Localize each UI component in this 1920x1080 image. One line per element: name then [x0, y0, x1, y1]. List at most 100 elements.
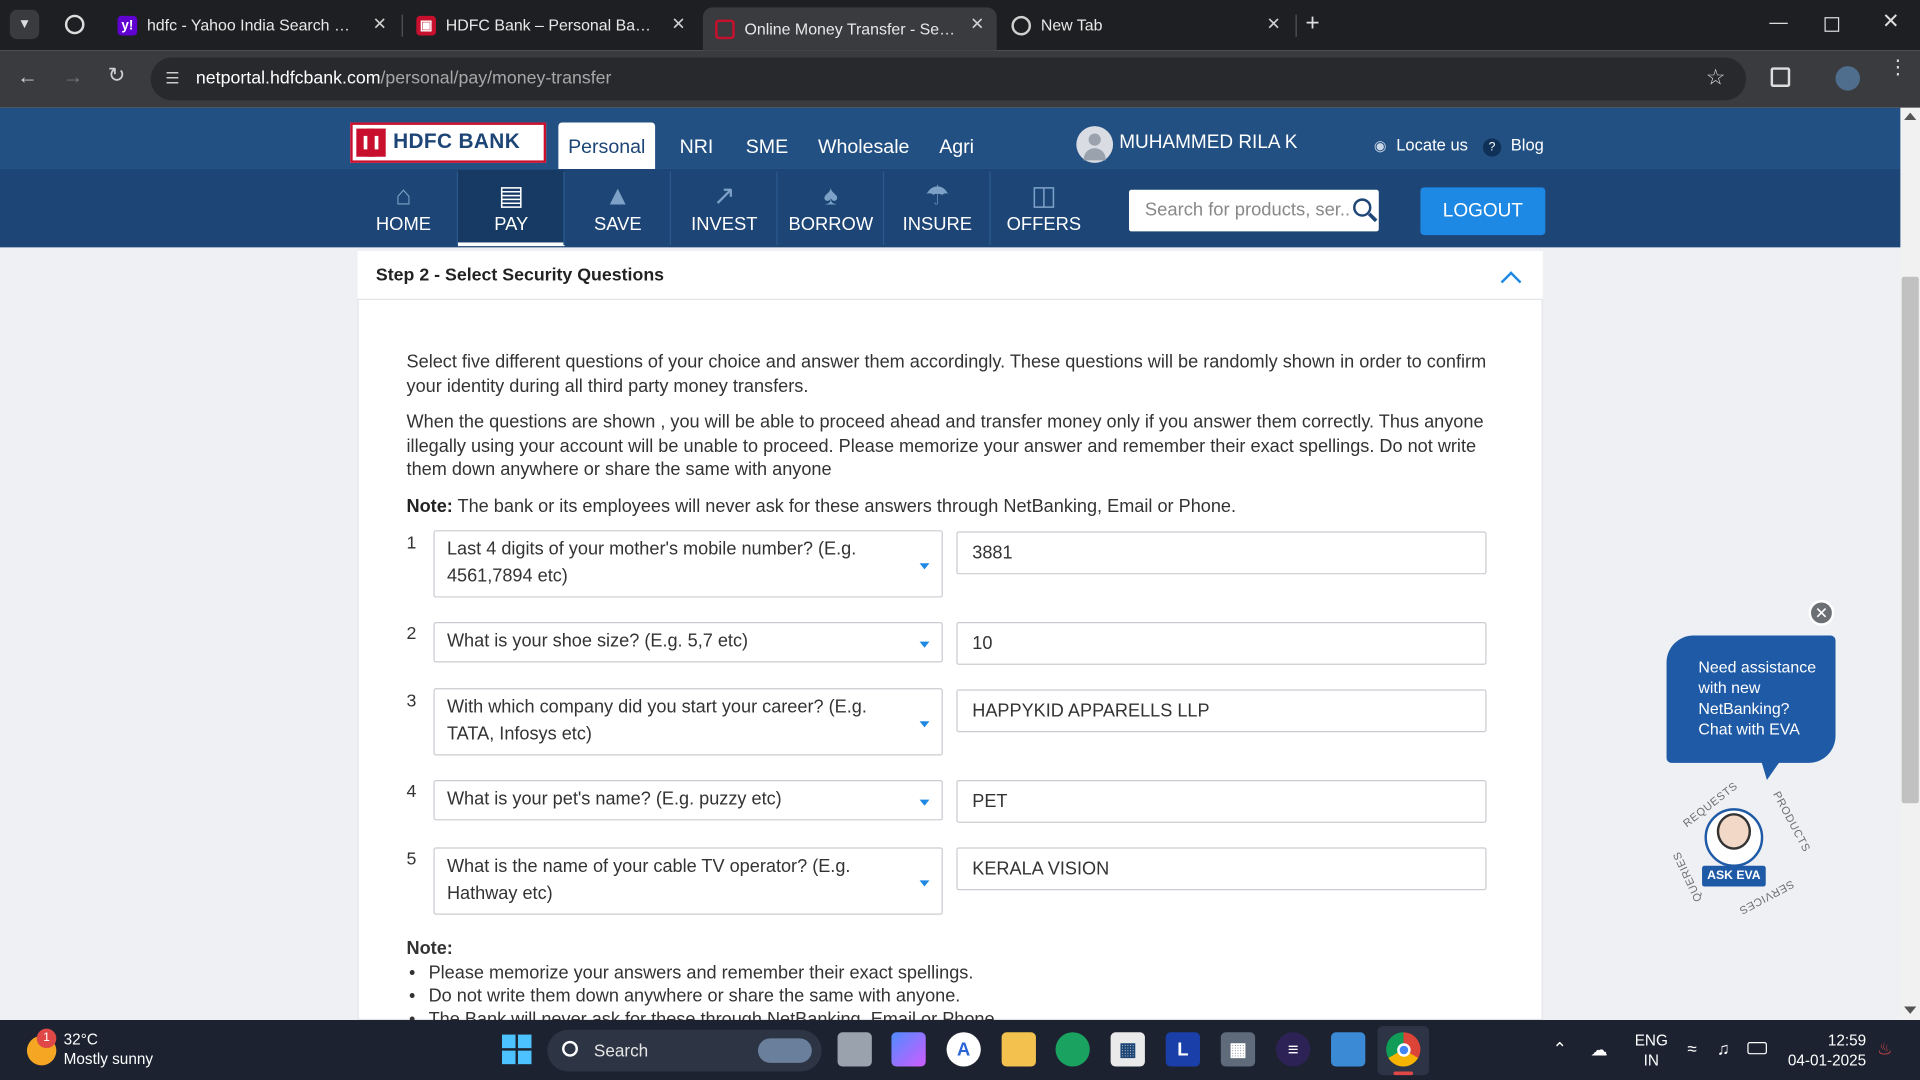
search-icon — [562, 1040, 578, 1057]
volume-icon[interactable]: ♫ — [1717, 1038, 1730, 1058]
battery-icon[interactable] — [1747, 1042, 1767, 1055]
close-icon[interactable]: ✕ — [1808, 600, 1835, 626]
tray-overflow-icon[interactable]: ⌃ — [1553, 1038, 1567, 1059]
close-icon[interactable]: ✕ — [671, 13, 685, 34]
restore-icon[interactable] — [1824, 17, 1840, 32]
tab-search-button[interactable]: ▼ — [9, 9, 40, 40]
segment-sme[interactable]: SME — [746, 137, 788, 159]
profile-avatar[interactable] — [1835, 66, 1861, 91]
hdfc-logo[interactable]: HDFC BANK — [350, 122, 547, 163]
tab-yahoo-search[interactable]: y! hdfc - Yahoo India Search Resul ✕ — [105, 7, 399, 43]
warning-paragraph: When the questions are shown , you will … — [406, 412, 1484, 481]
question-select[interactable]: What is your shoe size? (E.g. 5,7 etc) — [433, 622, 943, 663]
segment-wholesale[interactable]: Wholesale — [818, 137, 909, 159]
dropdown-caret-icon — [919, 879, 930, 886]
task-view-icon[interactable] — [837, 1032, 872, 1067]
menu-insure[interactable]: ☂ INSURE — [884, 170, 991, 246]
ring-label-queries[interactable]: QUERIES — [1670, 850, 1704, 904]
answer-input[interactable] — [956, 780, 1487, 823]
weather-widget[interactable]: 1 32°C Mostly sunny — [24, 1028, 195, 1073]
url-text: netportal.hdfcbank.com/personal/pay/mone… — [195, 68, 612, 89]
folder-icon[interactable] — [1001, 1032, 1036, 1067]
menu-save[interactable]: ▲ SAVE — [564, 170, 671, 246]
segment-nri[interactable]: NRI — [680, 137, 714, 159]
answer-input[interactable] — [956, 847, 1487, 891]
l-app-icon[interactable]: L — [1165, 1032, 1201, 1067]
question-select[interactable]: What is your pet's name? (E.g. puzzy etc… — [433, 780, 943, 821]
note-item: Do not write them down anywhere or share… — [409, 987, 960, 1007]
extensions-icon[interactable] — [1770, 67, 1791, 87]
scroll-down-arrow[interactable] — [1904, 1006, 1917, 1014]
store-icon[interactable]: ▦ — [1110, 1032, 1145, 1067]
close-icon[interactable]: ✕ — [373, 13, 387, 34]
close-icon[interactable]: ✕ — [970, 13, 984, 34]
chrome-menu-icon[interactable]: ⋮ — [1888, 58, 1908, 78]
tab-title: HDFC Bank – Personal Banking — [445, 15, 657, 35]
reload-icon[interactable]: ↻ — [108, 64, 125, 88]
tab-money-transfer[interactable]: Online Money Transfer - Send & ✕ — [702, 7, 997, 51]
menu-invest[interactable]: ↗ INVEST — [671, 170, 778, 246]
locate-us-link[interactable]: ◉ Locate us — [1374, 136, 1468, 154]
language-indicator[interactable]: ENG IN — [1635, 1031, 1668, 1070]
calculator-icon[interactable]: ▦ — [1220, 1032, 1256, 1067]
notification-bell-icon[interactable]: ♨ — [1877, 1038, 1892, 1059]
edge-icon[interactable] — [1055, 1032, 1090, 1067]
onedrive-icon[interactable]: ☁ — [1591, 1040, 1608, 1061]
tab-new-tab[interactable]: New Tab ✕ — [999, 7, 1293, 43]
answer-input[interactable] — [956, 531, 1487, 575]
question-number: 2 — [406, 624, 417, 645]
a-app-icon[interactable]: A — [946, 1032, 981, 1067]
site-settings-icon[interactable]: ☰ — [165, 69, 179, 89]
back-icon[interactable]: ← — [17, 65, 38, 89]
bubble-tail — [1759, 755, 1785, 781]
answer-input[interactable] — [956, 689, 1487, 733]
note-line: Note: The bank or its employees will nev… — [406, 497, 1237, 517]
forward-icon[interactable]: → — [62, 65, 83, 89]
tab-divider — [1295, 14, 1297, 37]
new-tab-button[interactable]: + — [1305, 10, 1319, 38]
blog-link[interactable]: ? Blog — [1482, 136, 1544, 157]
menu-home[interactable]: ⌂ HOME — [350, 170, 457, 246]
answer-input[interactable] — [956, 622, 1487, 665]
windows-start-icon[interactable] — [502, 1034, 532, 1065]
location-pin-icon: ◉ — [1373, 137, 1387, 155]
question-select[interactable]: With which company did you start your ca… — [433, 688, 943, 756]
monitor-icon[interactable] — [1331, 1032, 1366, 1067]
clock[interactable]: 12:59 04-01-2025 — [1785, 1031, 1866, 1070]
logout-button[interactable]: LOGOUT — [1420, 187, 1546, 236]
eclipse-icon[interactable]: ≡ — [1275, 1032, 1311, 1067]
question-number: 3 — [406, 691, 417, 712]
chrome-icon[interactable] — [1386, 1032, 1421, 1067]
minimize-icon[interactable]: — — [1769, 12, 1787, 33]
segment-agri[interactable]: Agri — [939, 137, 974, 159]
close-window-icon[interactable]: ✕ — [1882, 10, 1899, 34]
bookmark-star-icon[interactable]: ☆ — [1706, 65, 1726, 91]
tab-divider — [401, 14, 403, 37]
hdfc-icon — [715, 18, 735, 39]
eva-chat-bubble[interactable]: Need assistance with new NetBanking? Cha… — [1666, 635, 1836, 763]
menu-offers[interactable]: ◫ OFFERS — [991, 170, 1098, 246]
scroll-up-arrow[interactable] — [1904, 112, 1917, 121]
dropdown-caret-icon — [919, 562, 930, 569]
user-avatar[interactable] — [1076, 126, 1114, 163]
tab-hdfc-personal[interactable]: ▣ HDFC Bank – Personal Banking ✕ — [404, 7, 698, 43]
close-icon[interactable]: ✕ — [1266, 13, 1280, 34]
ask-eva-button[interactable]: ASK EVA — [1702, 865, 1766, 887]
scrollbar-thumb[interactable] — [1901, 276, 1919, 804]
pinned-tab-icon[interactable] — [64, 14, 85, 35]
taskbar-search[interactable]: Search — [547, 1029, 822, 1072]
note-heading: Note: — [406, 939, 453, 959]
user-name[interactable]: MUHAMMED RILA K — [1119, 132, 1297, 154]
product-search-input[interactable]: Search for products, ser... — [1128, 189, 1379, 232]
menu-pay[interactable]: ▤ PAY — [457, 170, 565, 247]
ring-label-products[interactable]: PRODUCTS — [1771, 789, 1813, 854]
question-select[interactable]: What is the name of your cable TV operat… — [433, 847, 943, 915]
menu-borrow[interactable]: ♠ BORROW — [778, 170, 885, 246]
question-select[interactable]: Last 4 digits of your mother's mobile nu… — [433, 530, 943, 598]
address-bar[interactable]: ☰ netportal.hdfcbank.com/personal/pay/mo… — [150, 57, 1747, 101]
segment-personal[interactable]: Personal — [558, 122, 656, 169]
copilot-icon[interactable] — [891, 1032, 926, 1067]
dropdown-caret-icon — [919, 641, 930, 648]
wifi-icon[interactable]: ≈ — [1687, 1038, 1696, 1058]
tab-title: hdfc - Yahoo India Search Resul — [146, 15, 358, 35]
